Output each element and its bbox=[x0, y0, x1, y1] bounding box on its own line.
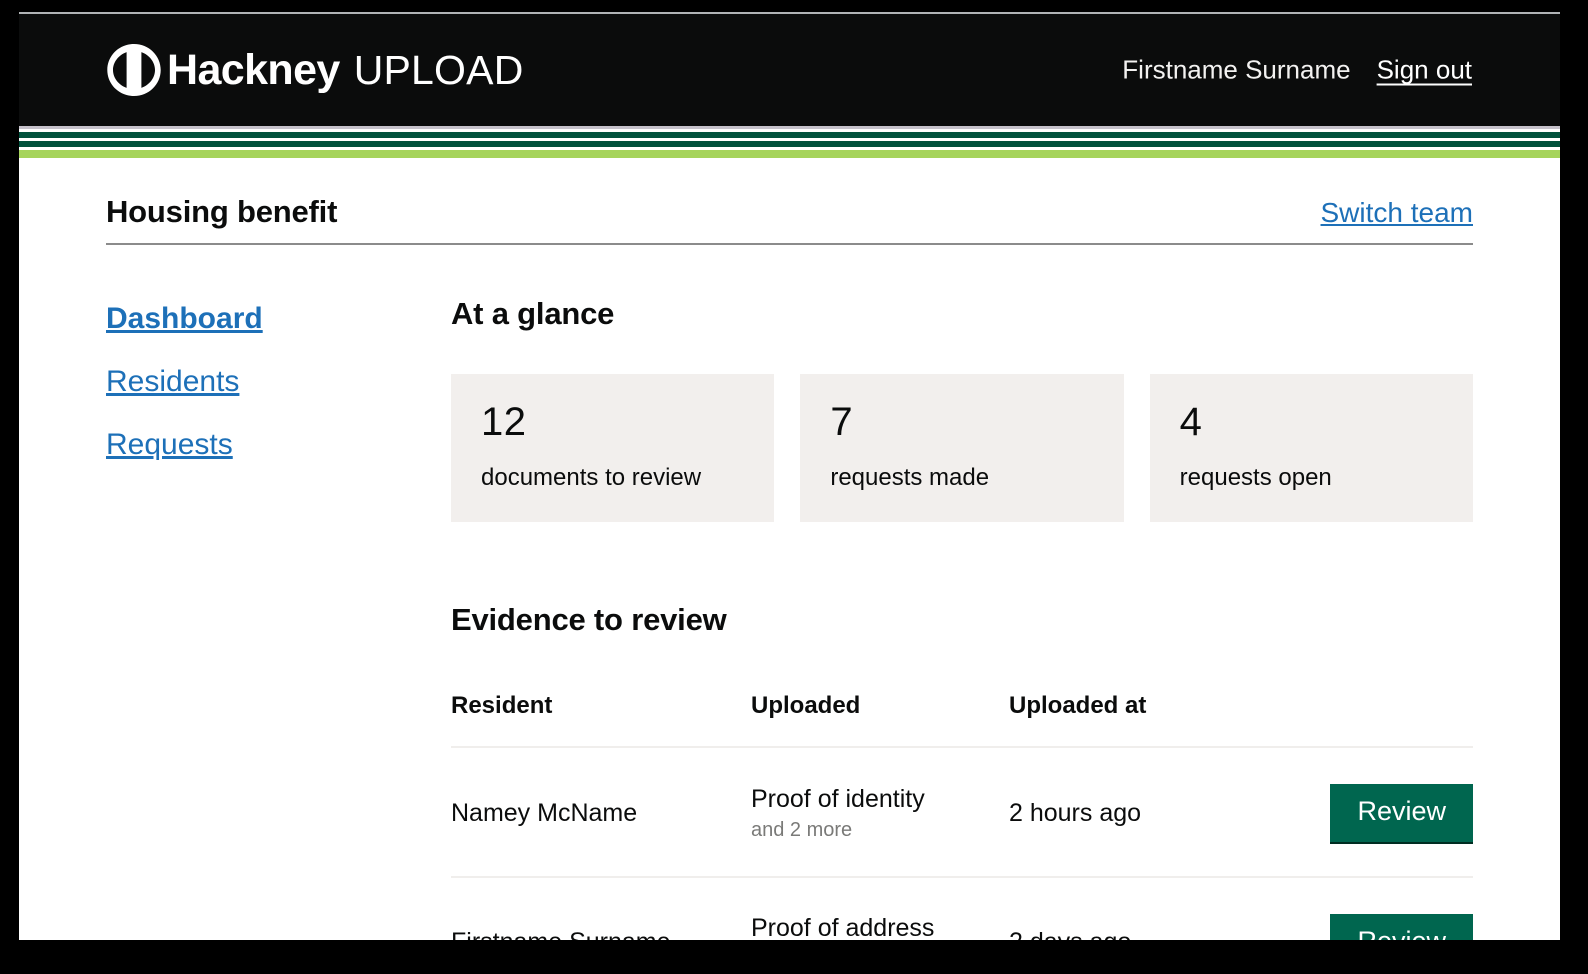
column-header-uploaded-at: Uploaded at bbox=[1009, 692, 1327, 749]
hackney-h-roundel-icon bbox=[107, 44, 161, 96]
header-user-name: Firstname Surname bbox=[1122, 54, 1351, 85]
sidebar-item-residents[interactable]: Residents bbox=[106, 365, 239, 398]
switch-team-link[interactable]: Switch team bbox=[1321, 197, 1474, 229]
cell-uploaded-at: 2 days ago bbox=[1009, 876, 1327, 940]
stat-label: requests made bbox=[830, 464, 990, 492]
stat-card-requests-open: 4 requests open bbox=[1149, 374, 1473, 523]
stat-value: 4 bbox=[1179, 400, 1203, 445]
header-account-area: Firstname Surname Sign out bbox=[1122, 55, 1472, 86]
at-a-glance-heading: At a glance bbox=[451, 296, 615, 332]
stat-value: 12 bbox=[481, 400, 527, 445]
brand-stripe-divider bbox=[19, 126, 1560, 158]
cell-uploaded-at: 2 hours ago bbox=[1009, 747, 1327, 878]
evidence-to-review-heading: Evidence to review bbox=[451, 602, 727, 638]
stripe-light-green bbox=[19, 150, 1560, 158]
cell-resident: Namey McName bbox=[451, 747, 751, 878]
stat-label: documents to review bbox=[481, 464, 702, 492]
site-header: Hackney UPLOAD Firstname Surname Sign ou… bbox=[19, 12, 1560, 126]
document-name: Proof of identity bbox=[751, 784, 925, 813]
table-row: Firstname Surname Proof of address and 1… bbox=[451, 876, 1473, 940]
sidebar-item-requests[interactable]: Requests bbox=[106, 428, 233, 461]
brand-name: Hackney bbox=[167, 45, 340, 94]
browser-viewport: Hackney UPLOAD Firstname Surname Sign ou… bbox=[19, 12, 1560, 940]
stat-card-requests-made: 7 requests made bbox=[800, 374, 1124, 523]
stat-value: 7 bbox=[830, 400, 854, 445]
main-layout: Dashboard Residents Requests At a glance… bbox=[106, 245, 1473, 940]
page-title: Housing benefit bbox=[106, 194, 338, 229]
stat-card-documents-to-review: 12 documents to review bbox=[451, 374, 775, 523]
brand-logo[interactable]: Hackney UPLOAD bbox=[106, 44, 524, 96]
review-button[interactable]: Review bbox=[1330, 913, 1473, 940]
screenshot-frame: Hackney UPLOAD Firstname Surname Sign ou… bbox=[0, 0, 1588, 974]
column-header-uploaded: Uploaded bbox=[751, 692, 1009, 749]
main-content: At a glance 12 documents to review 7 req… bbox=[451, 296, 1473, 940]
evidence-table: Resident Uploaded Uploaded at Namey McNa… bbox=[451, 692, 1473, 940]
team-header-row: Housing benefit Switch team bbox=[106, 158, 1474, 246]
sidebar-nav: Dashboard Residents Requests bbox=[106, 297, 451, 940]
review-button[interactable]: Review bbox=[1330, 784, 1473, 842]
cell-uploaded: Proof of address and 1 more bbox=[751, 876, 1009, 940]
cell-resident: Firstname Surname bbox=[451, 876, 751, 940]
cell-action: Review bbox=[1327, 876, 1473, 940]
document-name: Proof of address bbox=[751, 914, 935, 940]
cell-uploaded: Proof of identity and 2 more bbox=[751, 747, 1009, 878]
column-header-resident: Resident bbox=[451, 692, 751, 749]
service-name: UPLOAD bbox=[353, 46, 524, 93]
sidebar-item-dashboard[interactable]: Dashboard bbox=[106, 302, 263, 335]
table-header-row: Resident Uploaded Uploaded at bbox=[451, 692, 1473, 749]
page-body: Housing benefit Switch team Dashboard Re… bbox=[19, 158, 1560, 940]
sign-out-link[interactable]: Sign out bbox=[1377, 55, 1472, 86]
document-more-count: and 2 more bbox=[751, 819, 853, 842]
stat-card-group: 12 documents to review 7 requests made 4… bbox=[451, 374, 1473, 523]
column-header-action bbox=[1327, 692, 1473, 749]
stat-label: requests open bbox=[1179, 464, 1332, 492]
table-row: Namey McName Proof of identity and 2 mor… bbox=[451, 747, 1473, 878]
cell-action: Review bbox=[1327, 747, 1473, 878]
